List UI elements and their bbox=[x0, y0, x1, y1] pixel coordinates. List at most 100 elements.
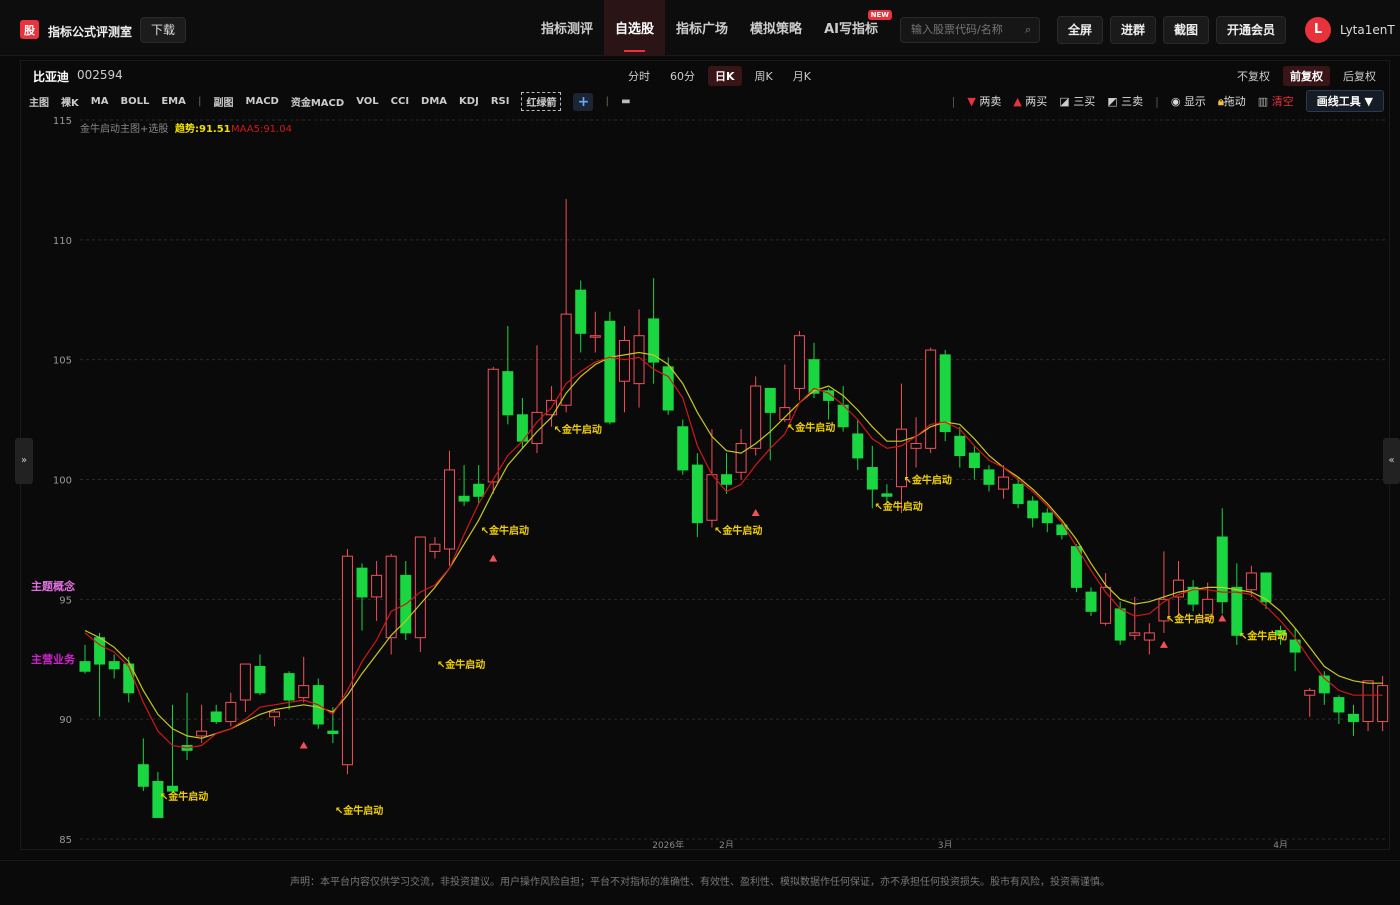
ind-boll[interactable]: BOLL bbox=[120, 96, 149, 107]
ind-main[interactable]: 主图 bbox=[29, 94, 49, 109]
ind-dma[interactable]: DMA bbox=[421, 96, 447, 107]
candle-body bbox=[108, 661, 120, 670]
candle-body bbox=[1143, 632, 1155, 641]
ind-vol[interactable]: VOL bbox=[356, 96, 378, 107]
search-placeholder: 输入股票代码/名称 bbox=[911, 23, 1003, 36]
drag-toggle[interactable]: 🔒︎拖动 bbox=[1218, 93, 1246, 109]
tab-weekly[interactable]: 周K bbox=[748, 66, 780, 86]
candle-body bbox=[327, 730, 339, 735]
tab-daily[interactable]: 日K bbox=[708, 66, 742, 86]
nav-sim-strategy[interactable]: 模拟策略 bbox=[739, 0, 813, 56]
screenshot-button[interactable]: 截图 bbox=[1163, 16, 1210, 44]
divider: | bbox=[605, 96, 610, 107]
ind-cci[interactable]: CCI bbox=[391, 96, 409, 107]
add-indicator-icon[interactable]: + bbox=[573, 92, 594, 111]
draw-tools-button[interactable]: 画线工具 ▼ bbox=[1305, 90, 1384, 112]
show-toggle[interactable]: ◉ 显示 bbox=[1171, 93, 1206, 109]
candle-body bbox=[137, 764, 149, 787]
up-triangle-icon: ▲ bbox=[1013, 95, 1022, 108]
two-buy-tool[interactable]: ▲ 两买 bbox=[1013, 93, 1047, 109]
candle-body bbox=[298, 685, 310, 699]
nav-indicator-square[interactable]: 指标广场 bbox=[665, 0, 739, 56]
clear-button[interactable]: ▥ 清空 bbox=[1258, 93, 1294, 109]
main-business-label[interactable]: 主营业务 bbox=[31, 652, 76, 666]
candle-body bbox=[852, 433, 864, 459]
signal-label: ↖金牛启动 bbox=[160, 790, 208, 803]
nav-indicator-review[interactable]: 指标测评 bbox=[530, 0, 604, 56]
y-tick-label: 105 bbox=[53, 356, 72, 367]
expand-right-icon[interactable]: « bbox=[1383, 438, 1400, 484]
candle-body bbox=[604, 320, 616, 423]
candlestick-chart[interactable]: 85 90 95 100 105 110 115 2026年 2月 3月 4月 ↖金牛启动 ↖金牛启动… bbox=[20, 112, 1390, 848]
candle-body bbox=[341, 555, 353, 766]
candle-body bbox=[764, 387, 776, 413]
ind-kdj[interactable]: KDJ bbox=[459, 96, 479, 107]
candle-body bbox=[881, 493, 893, 497]
candle-body bbox=[1114, 608, 1126, 641]
tab-60min[interactable]: 60分 bbox=[663, 66, 702, 86]
candle-body bbox=[1304, 689, 1316, 696]
candle-body bbox=[1362, 680, 1374, 723]
expand-left-icon[interactable]: » bbox=[15, 438, 33, 484]
legend-name: 金牛启动主图+选股 bbox=[80, 122, 168, 135]
tab-forward-adjust[interactable]: 前复权 bbox=[1283, 66, 1330, 86]
candle-body bbox=[269, 711, 281, 718]
brand-name[interactable]: 指标公式评测室 bbox=[48, 23, 132, 40]
nav-watchlist[interactable]: 自选股 bbox=[604, 0, 666, 56]
ind-sub[interactable]: 副图 bbox=[214, 94, 234, 109]
drag-label: 拖动 bbox=[1223, 95, 1246, 108]
candle-body bbox=[925, 349, 937, 449]
candle-body bbox=[79, 661, 91, 672]
candle-body bbox=[1347, 713, 1359, 723]
save-icon[interactable]: ▬ bbox=[621, 96, 630, 107]
ind-ema[interactable]: EMA bbox=[161, 96, 186, 107]
candle-body bbox=[866, 467, 878, 490]
signal-label: ↖金牛启动 bbox=[874, 500, 922, 513]
ind-red-green-arrow[interactable]: 红绿箭 bbox=[521, 92, 562, 111]
fullscreen-button[interactable]: 全屏 bbox=[1057, 16, 1104, 44]
ind-bare-k[interactable]: 裸K bbox=[61, 94, 79, 109]
candle-body bbox=[954, 435, 966, 457]
tab-no-adjust[interactable]: 不复权 bbox=[1230, 66, 1277, 86]
two-sell-tool[interactable]: ▼ 两卖 bbox=[967, 93, 1001, 109]
candle-body bbox=[560, 313, 572, 406]
join-group-button[interactable]: 进群 bbox=[1110, 16, 1157, 44]
candle-body bbox=[225, 701, 237, 723]
search-icon[interactable]: ⌕ bbox=[1025, 18, 1031, 42]
candle-body bbox=[691, 464, 703, 524]
ind-ma[interactable]: MA bbox=[91, 96, 109, 107]
candle-body bbox=[1027, 500, 1039, 519]
tab-backward-adjust[interactable]: 后复权 bbox=[1336, 66, 1383, 86]
candle-body bbox=[662, 366, 674, 411]
tab-monthly[interactable]: 月K bbox=[786, 66, 818, 86]
tab-intraday[interactable]: 分时 bbox=[621, 66, 657, 86]
trend-up-icon: ◪ bbox=[1059, 95, 1070, 108]
username[interactable]: Lyta1enT bbox=[1340, 23, 1395, 37]
ind-fund-macd[interactable]: 资金MACD bbox=[291, 94, 344, 109]
avatar[interactable]: L bbox=[1305, 17, 1331, 43]
candle-body bbox=[1129, 632, 1141, 636]
search-input[interactable]: 输入股票代码/名称 ⌕ bbox=[900, 17, 1040, 43]
buy-triangle-marker bbox=[489, 554, 498, 562]
y-tick-label: 85 bbox=[59, 835, 72, 846]
ind-macd[interactable]: MACD bbox=[246, 96, 279, 107]
period-tabs: 分时 60分 日K 周K 月K bbox=[621, 66, 824, 86]
three-sell-tool[interactable]: ◩ 三卖 bbox=[1107, 93, 1143, 109]
download-button[interactable]: 下载 bbox=[140, 17, 187, 43]
stock-name: 比亚迪 bbox=[33, 70, 70, 84]
candle-body bbox=[444, 469, 455, 550]
ind-rsi[interactable]: RSI bbox=[491, 96, 510, 107]
membership-button[interactable]: 开通会员 bbox=[1216, 16, 1287, 44]
three-buy-tool[interactable]: ◪ 三买 bbox=[1059, 93, 1095, 109]
legend-maa5: MAA5:91.04 bbox=[231, 124, 292, 135]
theme-concept-label[interactable]: 主题概念 bbox=[31, 579, 76, 593]
x-tick-label: 4月 bbox=[1273, 840, 1288, 848]
eye-icon: ◉ bbox=[1170, 95, 1181, 108]
buy-triangle-marker bbox=[299, 741, 308, 749]
candle-body bbox=[939, 354, 951, 433]
logo[interactable]: 股 bbox=[20, 20, 39, 39]
candle-body bbox=[575, 289, 587, 334]
nav-ai-indicator[interactable]: AI写指标 NEW bbox=[813, 0, 892, 56]
candle-body bbox=[721, 474, 733, 485]
three-sell-label: 三卖 bbox=[1121, 95, 1144, 108]
